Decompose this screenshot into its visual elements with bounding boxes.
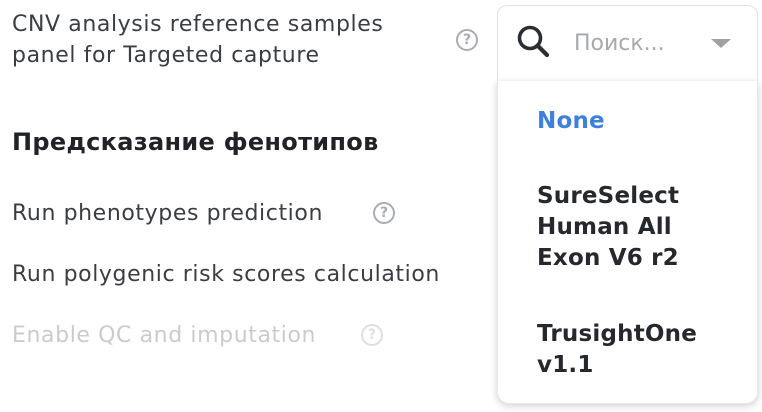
run-prs-label: Run polygenic risk scores calculation [12, 262, 440, 287]
option-none[interactable]: None [537, 106, 737, 137]
option-label-line1: SureSelect [537, 183, 680, 209]
chevron-down-icon[interactable] [711, 39, 731, 48]
option-sureselect[interactable]: SureSelect Human All Exon V6 r2 [537, 181, 737, 274]
help-icon[interactable]: ? [456, 29, 478, 51]
section-title: Предсказание фенотипов [12, 128, 379, 156]
option-trusightone[interactable]: TrusightOne v1.1 [537, 319, 737, 381]
option-label-line2: v1.1 [537, 352, 594, 378]
option-label-line2: Human All [537, 214, 672, 240]
search-input[interactable] [574, 28, 694, 58]
option-label-line3: Exon V6 r2 [537, 245, 679, 271]
reference-panel-select[interactable] [497, 5, 758, 81]
run-phenotypes-label: Run phenotypes prediction [12, 201, 324, 226]
cnv-reference-label-line2: panel for Targeted capture [12, 43, 320, 68]
cnv-reference-label-line1: CNV analysis reference samples [12, 12, 384, 37]
option-label-line1: TrusightOne [537, 321, 698, 347]
dropdown-menu: None SureSelect Human All Exon V6 r2 Tru… [497, 81, 758, 404]
enable-qc-label: Enable QC and imputation [12, 323, 317, 348]
help-icon[interactable]: ? [373, 202, 395, 224]
search-icon [517, 25, 550, 58]
help-icon: ? [361, 324, 383, 346]
option-label: None [537, 108, 605, 134]
